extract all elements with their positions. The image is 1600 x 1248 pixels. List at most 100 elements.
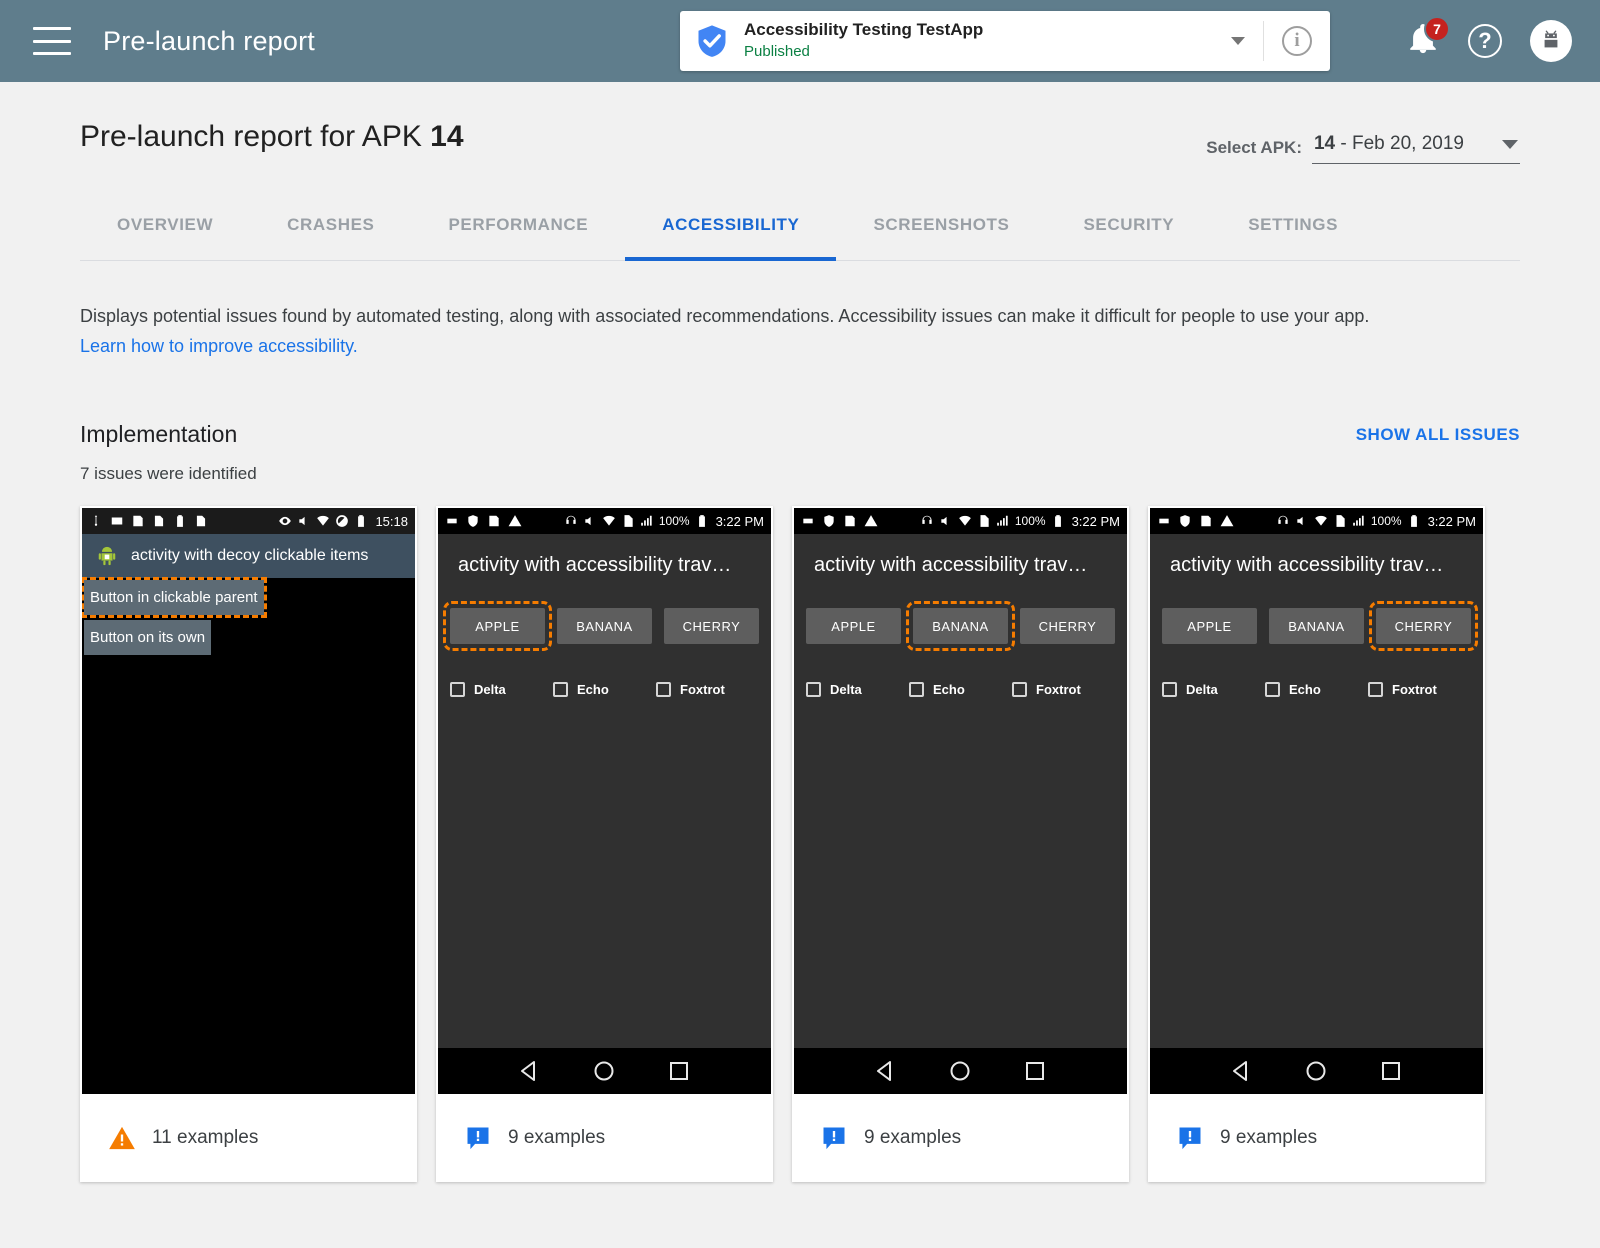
issue-card[interactable]: 15:18activity with decoy clickable items… — [80, 506, 417, 1182]
sdcard-icon — [977, 514, 991, 528]
device-checkbox[interactable]: Echo — [1265, 682, 1368, 697]
app-selector[interactable]: Accessibility Testing TestApp Published … — [680, 11, 1330, 71]
device-button[interactable]: CHERRY — [1020, 608, 1115, 644]
device-button[interactable]: APPLE — [1162, 608, 1257, 644]
checkbox-icon[interactable] — [1368, 682, 1383, 697]
sim-icon — [445, 514, 459, 528]
hamburger-menu-icon[interactable] — [33, 27, 71, 55]
activity-body: APPLE BANANA CHERRY DeltaEcho Foxtrot — [1150, 596, 1483, 873]
battery-icon — [695, 514, 709, 528]
device-checkbox[interactable]: Foxtrot — [656, 682, 759, 697]
status-bar-left-icons — [801, 514, 920, 528]
tab-overview[interactable]: OVERVIEW — [80, 215, 250, 261]
device-checkbox[interactable]: Delta — [450, 682, 553, 697]
checkbox-icon[interactable] — [909, 682, 924, 697]
back-icon[interactable] — [1229, 1058, 1255, 1084]
device-button[interactable]: BANANA — [913, 608, 1008, 644]
checkbox-icon[interactable] — [1265, 682, 1280, 697]
device-button[interactable]: BANANA — [1269, 608, 1364, 644]
device-screenshot[interactable]: 100%3:22 PMactivity with accessibility t… — [794, 508, 1127, 1094]
android-robot-glyph — [1537, 27, 1565, 55]
tab-security[interactable]: SECURITY — [1046, 215, 1211, 261]
home-icon[interactable] — [591, 1058, 617, 1084]
device-checkbox[interactable]: Foxtrot — [1012, 682, 1115, 697]
recents-icon[interactable] — [1378, 1058, 1404, 1084]
checkbox-label: Delta — [474, 682, 506, 697]
warning-icon — [1220, 514, 1234, 528]
selected-app-name: Accessibility Testing TestApp — [744, 20, 1231, 40]
issue-card[interactable]: 100%3:22 PMactivity with accessibility t… — [1148, 506, 1485, 1182]
tab-settings[interactable]: SETTINGS — [1211, 215, 1375, 261]
file-export-icon — [152, 514, 166, 528]
screenshot-icon — [110, 514, 124, 528]
card-footer: 11 examples — [80, 1094, 417, 1182]
device-screenshot[interactable]: 15:18activity with decoy clickable items… — [82, 508, 415, 1094]
activity-body: APPLE BANANA CHERRY DeltaEchoFoxtrot — [794, 596, 1127, 873]
checkbox-icon[interactable] — [1012, 682, 1027, 697]
chevron-down-icon[interactable] — [1231, 37, 1245, 45]
back-icon[interactable] — [517, 1058, 543, 1084]
activity-empty-space — [794, 873, 1127, 1049]
status-bar-clock: 3:22 PM — [1072, 514, 1120, 529]
do-not-disturb-icon — [335, 514, 349, 528]
wifi-icon — [602, 514, 616, 528]
checkbox-icon[interactable] — [806, 682, 821, 697]
device-button[interactable]: APPLE — [806, 608, 901, 644]
top-app-bar: Pre-launch report Accessibility Testing … — [0, 0, 1600, 82]
device-checkbox[interactable]: Foxtrot — [1368, 682, 1471, 697]
info-bubble-icon — [820, 1124, 848, 1152]
task-icon — [131, 514, 145, 528]
device-screenshot[interactable]: 100%3:22 PMactivity with accessibility t… — [438, 508, 771, 1094]
battery-charging-icon — [173, 514, 187, 528]
recents-icon[interactable] — [666, 1058, 692, 1084]
recents-icon[interactable] — [1022, 1058, 1048, 1084]
device-checkbox[interactable]: Delta — [1162, 682, 1265, 697]
apk-selector-value-wrap[interactable]: 14 - Feb 20, 2019 — [1312, 131, 1520, 164]
home-icon[interactable] — [1303, 1058, 1329, 1084]
device-button[interactable]: CHERRY — [664, 608, 759, 644]
issue-card[interactable]: 100%3:22 PMactivity with accessibility t… — [792, 506, 1129, 1182]
tab-crashes[interactable]: CRASHES — [250, 215, 411, 261]
device-status-bar: 100%3:22 PM — [438, 508, 771, 534]
battery-percent: 100% — [1015, 514, 1046, 528]
device-checkbox[interactable]: Delta — [806, 682, 909, 697]
checkbox-icon[interactable] — [1162, 682, 1177, 697]
apk-selector-value: 14 - Feb 20, 2019 — [1314, 133, 1464, 155]
notifications-button[interactable]: 7 — [1406, 22, 1440, 60]
learn-accessibility-link[interactable]: Learn how to improve accessibility. — [80, 331, 358, 361]
checkbox-label: Foxtrot — [1392, 682, 1437, 697]
back-icon[interactable] — [873, 1058, 899, 1084]
device-button[interactable]: Button in clickable parent — [84, 580, 264, 615]
shield-icon — [1178, 514, 1192, 528]
tab-performance[interactable]: PERFORMANCE — [411, 215, 625, 261]
card-footer: 9 examples — [1148, 1094, 1485, 1182]
checkbox-icon[interactable] — [656, 682, 671, 697]
device-screenshot[interactable]: 100%3:22 PMactivity with accessibility t… — [1150, 508, 1483, 1094]
device-button[interactable]: CHERRY — [1376, 608, 1471, 644]
eye-icon — [278, 514, 292, 528]
issues-count-text: 7 issues were identified — [80, 464, 1520, 484]
chevron-down-icon[interactable] — [1502, 140, 1518, 149]
device-button[interactable]: APPLE — [450, 608, 545, 644]
show-all-issues-link[interactable]: SHOW ALL ISSUES — [1356, 425, 1520, 445]
home-icon[interactable] — [947, 1058, 973, 1084]
device-checkbox[interactable]: Echo — [909, 682, 1012, 697]
issue-card[interactable]: 100%3:22 PMactivity with accessibility t… — [436, 506, 773, 1182]
device-button[interactable]: Button on its own — [84, 620, 211, 655]
signal-icon — [640, 514, 654, 528]
device-checkbox[interactable]: Echo — [553, 682, 656, 697]
device-button[interactable]: BANANA — [557, 608, 652, 644]
checkbox-row: Delta EchoFoxtrot — [450, 682, 759, 697]
headset-icon — [1276, 514, 1290, 528]
mute-icon — [583, 514, 597, 528]
tab-screenshots[interactable]: SCREENSHOTS — [836, 215, 1046, 261]
apk-selector[interactable]: Select APK: 14 - Feb 20, 2019 — [1206, 131, 1520, 164]
warning-icon — [508, 514, 522, 528]
checkbox-icon[interactable] — [553, 682, 568, 697]
help-icon[interactable]: ? — [1468, 24, 1502, 58]
button-row: APPLE BANANA CHERRY — [806, 608, 1115, 644]
tab-accessibility[interactable]: ACCESSIBILITY — [625, 215, 836, 261]
checkbox-icon[interactable] — [450, 682, 465, 697]
android-avatar-icon[interactable] — [1530, 20, 1572, 62]
info-button[interactable]: i — [1264, 26, 1330, 56]
